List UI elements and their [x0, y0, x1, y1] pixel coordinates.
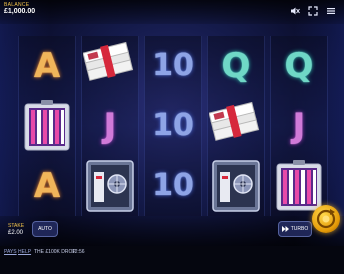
turbo-label: TURBO	[290, 226, 309, 232]
reel-2: J	[81, 36, 139, 216]
symbol-q-text: Q	[221, 46, 251, 86]
symbol-j: J	[82, 96, 138, 156]
cash-stack-icon	[209, 101, 260, 141]
reel-1: A A	[18, 36, 76, 216]
symbol-q: Q	[271, 36, 327, 96]
symbol-j-text: J	[103, 106, 117, 146]
clock: 12:56	[72, 249, 85, 255]
symbol-vault	[82, 156, 138, 216]
symbol-cash-stack	[208, 96, 264, 156]
symbol-10: 10	[145, 96, 201, 156]
fast-forward-icon	[281, 226, 289, 232]
spin-button[interactable]	[312, 205, 340, 233]
symbol-a-text: A	[33, 46, 61, 86]
auto-label: AUTO	[38, 226, 52, 232]
symbol-cash-stack	[82, 36, 138, 96]
vault-icon	[212, 160, 260, 212]
symbol-a: A	[19, 156, 75, 216]
symbol-a-text: A	[33, 166, 61, 206]
symbol-cash-case	[19, 96, 75, 156]
symbol-q: Q	[208, 36, 264, 96]
symbol-a: A	[19, 36, 75, 96]
pays-link[interactable]: PAYS	[4, 249, 17, 255]
symbol-10-text: 10	[152, 168, 194, 203]
symbol-10: 10	[145, 156, 201, 216]
spin-icon	[316, 209, 336, 229]
help-link[interactable]: HELP	[18, 249, 31, 255]
game-name: THE £100K DROP	[34, 249, 76, 255]
game-screen: A A J 10 10 10 Q Q J BALANCE £1,000.00 S…	[0, 0, 344, 274]
reel-3: 10 10 10	[144, 36, 202, 216]
stake-label: STAKE	[8, 223, 25, 229]
top-bar: BALANCE £1,000.00	[0, 0, 344, 24]
footer: PAYS HELP THE £100K DROP 12:56	[0, 246, 344, 274]
reel-grid: A A J 10 10 10 Q Q J	[18, 36, 328, 216]
cash-case-icon	[24, 100, 70, 151]
stake-value[interactable]: £2.00	[8, 230, 23, 236]
symbol-10-text: 10	[152, 108, 194, 143]
symbol-j-text: J	[292, 106, 306, 146]
symbol-vault	[208, 156, 264, 216]
symbol-j: J	[271, 96, 327, 156]
reel-5: Q J	[270, 36, 328, 216]
fullscreen-icon[interactable]	[307, 5, 319, 17]
symbol-q-text: Q	[284, 46, 314, 86]
symbol-10: 10	[145, 36, 201, 96]
turbo-button[interactable]: TURBO	[278, 221, 312, 237]
balance-value: £1,000.00	[4, 8, 36, 15]
reel-4: Q	[207, 36, 265, 216]
cash-stack-icon	[83, 41, 134, 81]
mute-icon[interactable]	[289, 5, 301, 17]
symbol-10-text: 10	[152, 48, 194, 83]
auto-button[interactable]: AUTO	[32, 221, 58, 237]
menu-icon[interactable]	[325, 5, 337, 17]
vault-icon	[86, 160, 134, 212]
